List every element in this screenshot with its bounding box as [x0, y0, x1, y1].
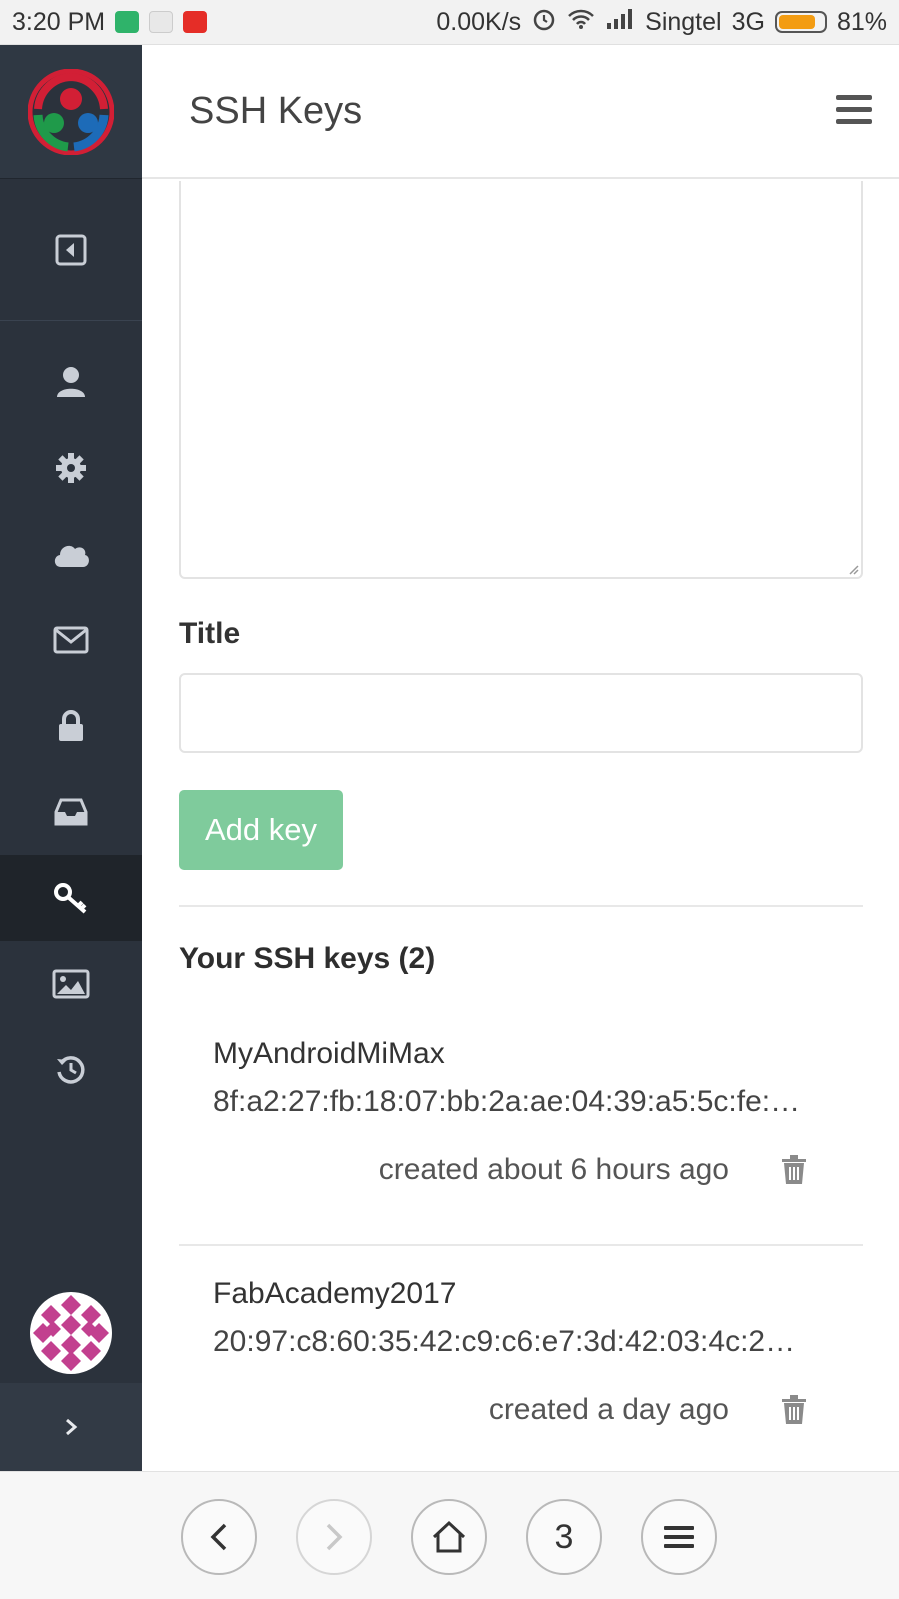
divider [179, 1244, 863, 1246]
chevron-right-icon [66, 1418, 78, 1436]
back-button[interactable] [181, 1499, 257, 1575]
key-textarea[interactable] [179, 181, 863, 579]
status-time: 3:20 PM [12, 7, 106, 36]
key-created-time: created a day ago [488, 1393, 729, 1426]
lock-icon [59, 710, 83, 741]
inbox-icon [54, 798, 88, 826]
key-fingerprint: 8f:a2:27:fb:18:07:bb:2a:ae:04:39:a5:5c:f… [213, 1085, 801, 1118]
trash-icon[interactable] [781, 1395, 807, 1430]
title-label: Title [179, 617, 241, 650]
signal-icon [605, 8, 635, 37]
alarm-icon [531, 6, 557, 39]
add-key-button[interactable]: Add key [179, 790, 343, 870]
ssh-keys-heading: Your SSH keys (2) [179, 942, 436, 975]
avatar-identicon [30, 1292, 112, 1374]
key-created-time: created about 6 hours ago [378, 1153, 729, 1186]
forward-button[interactable] [296, 1499, 372, 1575]
ssh-key-item: FabAcademy2017 20:97:c8:60:35:42:c9:c6:e… [179, 1277, 863, 1457]
envelope-icon [53, 626, 89, 654]
logo[interactable] [0, 45, 142, 179]
youtube-app-icon [183, 11, 208, 33]
collapse-left-icon [55, 234, 87, 265]
divider [179, 905, 863, 907]
shield-app-icon [115, 11, 140, 33]
key-title: FabAcademy2017 [213, 1277, 457, 1310]
status-bar: 3:20 PM 0.00K/s Singtel 3G 81% [0, 0, 899, 45]
user-avatar[interactable] [0, 1283, 142, 1383]
page-header: SSH Keys [142, 45, 899, 179]
sidebar-item-settings[interactable] [0, 425, 142, 511]
image-icon [52, 969, 90, 999]
hamburger-menu-icon[interactable] [835, 93, 873, 132]
key-title: MyAndroidMiMax [213, 1037, 445, 1070]
page-title: SSH Keys [189, 89, 363, 132]
sidebar-item-cloud[interactable] [0, 511, 142, 597]
gear-icon [56, 453, 86, 483]
battery-icon [774, 11, 827, 33]
carrier-name: Singtel [645, 7, 722, 36]
tabs-count: 3 [554, 1517, 574, 1556]
battery-percent: 81% [836, 7, 887, 36]
wifi-icon [567, 8, 595, 37]
resize-grip-icon[interactable] [847, 563, 859, 575]
sidebar [0, 45, 142, 1471]
chevron-right-icon [326, 1523, 343, 1551]
browser-toolbar: 3 [0, 1471, 899, 1599]
browser-menu-button[interactable] [641, 1499, 717, 1575]
cloud-icon [54, 545, 89, 567]
title-input[interactable] [179, 673, 863, 753]
sidebar-item-password[interactable] [0, 683, 142, 769]
history-icon [57, 1056, 85, 1084]
home-icon [432, 1520, 466, 1553]
net-speed: 0.00K/s [436, 7, 522, 36]
key-fingerprint: 20:97:c8:60:35:42:c9:c6:e7:3d:42:03:4c:2… [213, 1325, 796, 1358]
sidebar-item-profile[interactable] [0, 339, 142, 425]
network-type: 3G [731, 7, 765, 36]
main-content: Title Add key Your SSH keys (2) MyAndroi… [142, 181, 899, 1471]
ssh-key-item: MyAndroidMiMax 8f:a2:27:fb:18:07:bb:2a:a… [179, 1037, 863, 1217]
tabs-button[interactable]: 3 [526, 1499, 602, 1575]
user-icon [57, 367, 85, 397]
sidebar-item-notifications[interactable] [0, 769, 142, 855]
home-button[interactable] [411, 1499, 487, 1575]
fab-logo-icon [28, 68, 114, 155]
sidebar-item-ssh-keys[interactable] [0, 855, 142, 941]
maps-app-icon [149, 11, 174, 33]
collapse-sidebar-button[interactable] [0, 179, 142, 321]
sidebar-item-email[interactable] [0, 597, 142, 683]
trash-icon[interactable] [781, 1155, 807, 1190]
expand-sidebar-button[interactable] [0, 1383, 142, 1471]
sidebar-item-history[interactable] [0, 1027, 142, 1113]
chevron-left-icon [210, 1523, 227, 1551]
key-icon [54, 883, 87, 914]
sidebar-item-avatar[interactable] [0, 941, 142, 1027]
hamburger-menu-icon [664, 1526, 694, 1548]
